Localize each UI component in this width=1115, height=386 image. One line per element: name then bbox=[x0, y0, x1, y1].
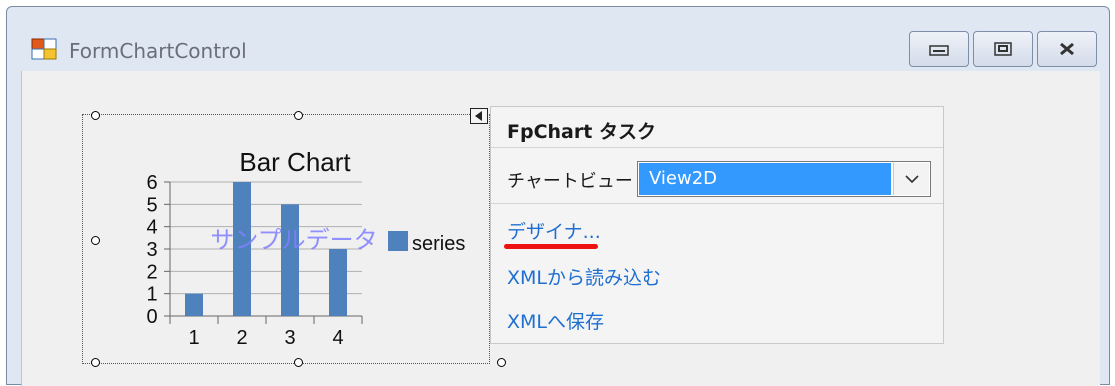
bar bbox=[185, 293, 203, 316]
chart-view-select[interactable]: View2D bbox=[637, 161, 931, 197]
y-tick-label: 4 bbox=[146, 217, 157, 239]
panel-title: FpChart タスク bbox=[507, 121, 656, 143]
y-axis-ticks: 0123456 bbox=[146, 172, 157, 328]
bar bbox=[329, 249, 347, 316]
x-axis-ticks: 1 2 3 4 bbox=[169, 316, 363, 349]
designer-link[interactable]: デザイナ... bbox=[507, 217, 601, 244]
y-tick-label: 0 bbox=[146, 306, 157, 328]
watermark-text: サンプルデータ bbox=[210, 226, 377, 254]
x-tick-label: 1 bbox=[188, 327, 199, 349]
dropdown-button[interactable] bbox=[893, 163, 929, 195]
bar bbox=[281, 204, 299, 316]
x-tick-label: 2 bbox=[236, 327, 247, 349]
x-tick-label: 3 bbox=[284, 327, 295, 349]
load-xml-link[interactable]: XMLから読み込む bbox=[507, 263, 661, 290]
legend-swatch bbox=[388, 231, 408, 251]
panel-divider bbox=[491, 203, 943, 204]
y-tick-label: 2 bbox=[146, 261, 157, 283]
highlight-underline bbox=[504, 244, 598, 249]
y-tick-label: 6 bbox=[146, 172, 157, 194]
chevron-down-icon bbox=[904, 175, 919, 183]
panel-divider bbox=[491, 147, 943, 148]
x-tick-label: 4 bbox=[332, 327, 343, 349]
chart-view-label: チャートビュー bbox=[507, 171, 633, 192]
chart-title: Bar Chart bbox=[239, 147, 351, 177]
y-tick-label: 1 bbox=[146, 284, 157, 306]
y-tick-label: 3 bbox=[146, 239, 157, 261]
chart-task-panel: FpChart タスク チャートビュー View2D デザイナ... XMLから… bbox=[490, 106, 944, 344]
save-xml-link[interactable]: XMLへ保存 bbox=[507, 307, 604, 334]
y-tick-label: 5 bbox=[146, 194, 157, 216]
legend-label: series bbox=[412, 233, 465, 255]
chart-view-value: View2D bbox=[639, 163, 891, 195]
